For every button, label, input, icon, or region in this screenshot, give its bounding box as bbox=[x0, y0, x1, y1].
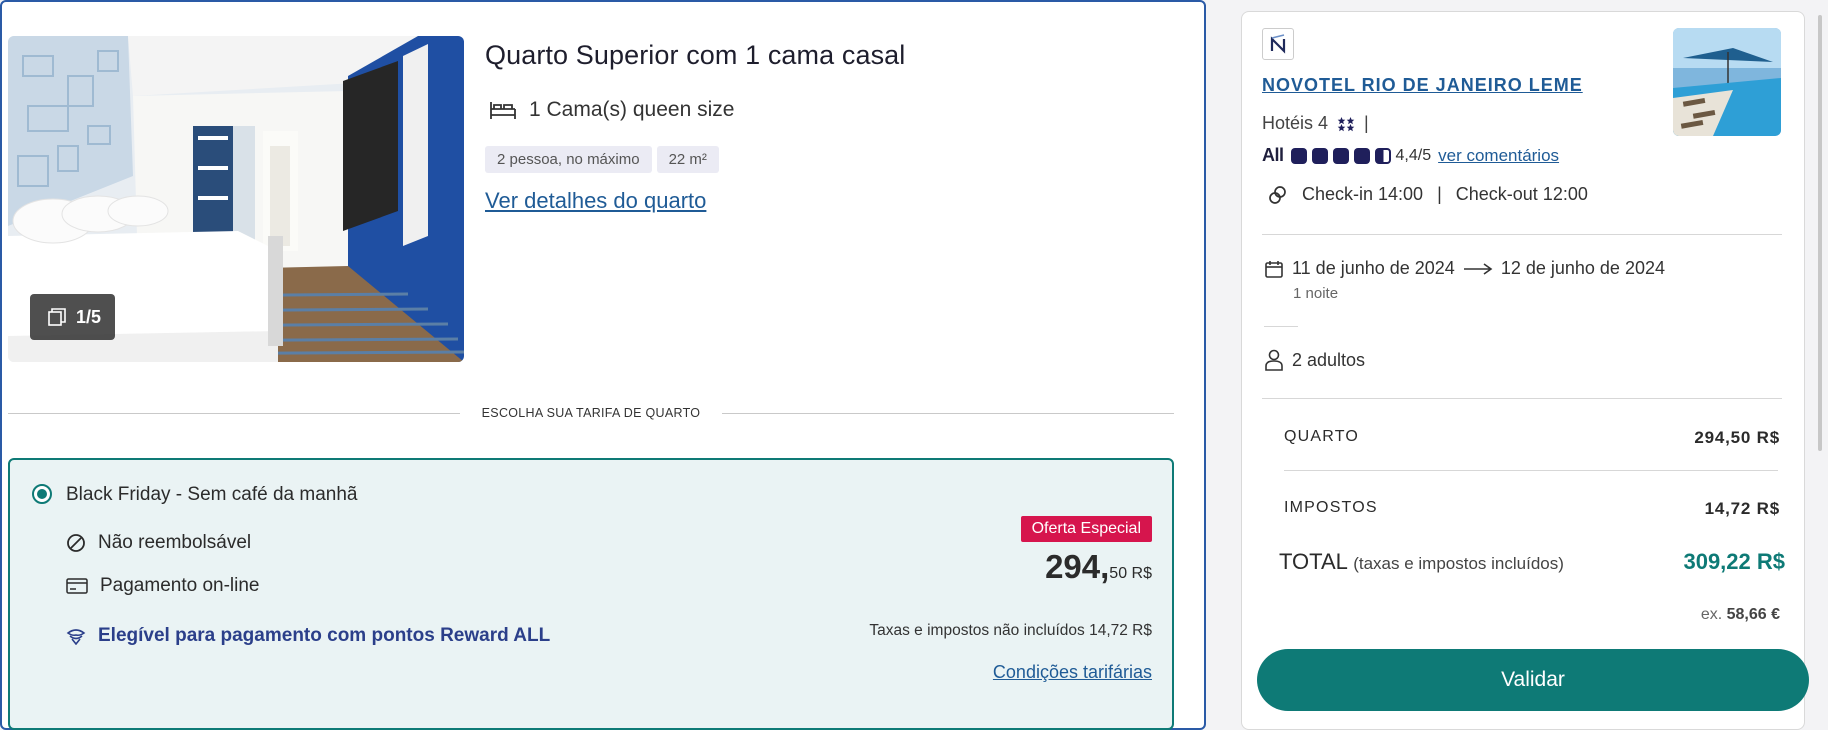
rate-radio[interactable] bbox=[32, 484, 52, 504]
room-chips: 2 pessoa, no máximo 22 m² bbox=[485, 146, 719, 173]
rate-divider: ESCOLHA SUA TARIFA DE QUARTO bbox=[8, 405, 1174, 421]
refund-feature: Não reembolsável bbox=[66, 532, 251, 554]
ex-label: ex. bbox=[1700, 606, 1723, 623]
calendar-icon bbox=[1265, 260, 1283, 278]
novotel-logo bbox=[1262, 28, 1294, 60]
room-details-link[interactable]: Ver detalhes do quarto bbox=[485, 188, 706, 214]
key-icon bbox=[1269, 185, 1286, 204]
taxes-value: 14,72 R$ bbox=[1704, 499, 1780, 518]
rate-price: 294, 50 R$ bbox=[1045, 548, 1152, 586]
refund-label: Não reembolsável bbox=[98, 532, 252, 553]
hotel-thumbnail[interactable] bbox=[1673, 28, 1781, 136]
special-offer-badge: Oferta Especial bbox=[1020, 516, 1152, 542]
no-refund-icon bbox=[67, 534, 85, 552]
guests-label: 2 adultos bbox=[1292, 349, 1366, 370]
price-decimal: 50 R$ bbox=[1109, 565, 1152, 582]
ex-value: 58,66 € bbox=[1726, 606, 1780, 623]
short-divider bbox=[1264, 326, 1298, 327]
total-sublabel: (taxas e impostos incluídos) bbox=[1353, 554, 1564, 573]
payment-label: Pagamento on-line bbox=[100, 575, 260, 596]
hotel-category-separator: | bbox=[1364, 113, 1369, 133]
room-title: Quarto Superior com 1 cama casal bbox=[485, 40, 906, 70]
room-cost-label: QUARTO bbox=[1284, 428, 1360, 445]
rate-option-card[interactable]: Black Friday - Sem café da manhã Não ree… bbox=[8, 458, 1174, 730]
room-cost-row: QUARTO 294,50 R$ bbox=[1284, 428, 1780, 448]
bed-icon bbox=[490, 102, 516, 119]
booking-summary: NOVOTEL RIO DE JANEIRO LEME Hotéis 4 | A… bbox=[1241, 11, 1809, 730]
rating-dot-half bbox=[1374, 147, 1391, 164]
rate-divider-label: ESCOLHA SUA TARIFA DE QUARTO bbox=[481, 406, 701, 420]
reviews-link[interactable]: ver comentários bbox=[1438, 146, 1559, 166]
rate-conditions-link[interactable]: Condições tarifárias bbox=[993, 662, 1152, 683]
novotel-logo-icon bbox=[1270, 34, 1286, 54]
hotel-name-link[interactable]: NOVOTEL RIO DE JANEIRO LEME bbox=[1262, 75, 1583, 96]
validate-button[interactable]: Validar bbox=[1257, 649, 1809, 711]
page: 1/5 Quarto Superior com 1 cama casal 1 C… bbox=[0, 0, 1828, 730]
taxes-label: IMPOSTOS bbox=[1284, 499, 1378, 516]
divider-line-left bbox=[8, 412, 460, 414]
rating-dot bbox=[1332, 147, 1349, 164]
stars-icon bbox=[1337, 116, 1355, 131]
rating-score: 4,4/5 bbox=[1395, 146, 1432, 164]
rate-name: Black Friday - Sem café da manhã bbox=[66, 484, 358, 505]
rating-row: All 4,4/5 ver comentários bbox=[1262, 145, 1559, 166]
divider bbox=[1284, 470, 1778, 471]
rating-dot bbox=[1311, 147, 1328, 164]
rating-dot bbox=[1353, 147, 1370, 164]
nights-count: 1 noite bbox=[1293, 285, 1339, 302]
price-integer: 294, bbox=[1045, 548, 1110, 585]
max-persons-chip: 2 pessoa, no máximo bbox=[485, 146, 652, 173]
taxes-note: Taxas e impostos não incluídos 14,72 R$ bbox=[869, 622, 1152, 639]
payment-feature: Pagamento on-line bbox=[66, 575, 260, 597]
total-row: TOTAL (taxas e impostos incluídos) 309,2… bbox=[1279, 549, 1785, 575]
person-icon bbox=[1265, 349, 1283, 371]
hotel-category-label: Hotéis 4 bbox=[1262, 113, 1329, 133]
checkin-time: Check-in 14:00 bbox=[1302, 184, 1424, 204]
date-from: 11 de junho de 2024 bbox=[1292, 258, 1455, 278]
stay-dates: 11 de junho de 2024 12 de junho de 2024 bbox=[1264, 258, 1665, 279]
checkin-row: Check-in 14:00 | Check-out 12:00 bbox=[1268, 184, 1588, 205]
divider bbox=[1262, 234, 1782, 235]
hotel-thumbnail-image bbox=[1673, 28, 1781, 136]
divider bbox=[1262, 398, 1782, 399]
room-cost-value: 294,50 R$ bbox=[1694, 428, 1780, 447]
bed-label: 1 Cama(s) queen size bbox=[529, 98, 735, 121]
arrow-right-icon bbox=[1463, 262, 1493, 275]
credit-card-icon bbox=[66, 578, 88, 594]
gallery-icon bbox=[48, 308, 66, 326]
date-to: 12 de junho de 2024 bbox=[1500, 258, 1665, 278]
room-size-chip: 22 m² bbox=[656, 146, 719, 173]
reward-label: Elegível para pagamento com pontos Rewar… bbox=[98, 625, 551, 646]
all-logo: All bbox=[1262, 145, 1284, 165]
checkout-time: Check-out 12:00 bbox=[1455, 184, 1588, 204]
currency-conversion: ex. 58,66 € bbox=[1701, 606, 1780, 624]
guests-info: 2 adultos bbox=[1264, 349, 1365, 371]
hotel-category: Hotéis 4 | bbox=[1262, 113, 1369, 134]
total-label-wrap: TOTAL (taxas e impostos incluídos) bbox=[1279, 549, 1564, 575]
room-photo[interactable]: 1/5 bbox=[8, 36, 464, 362]
rating-dot bbox=[1290, 147, 1307, 164]
checkin-separator: | bbox=[1437, 184, 1442, 204]
total-value: 309,22 R$ bbox=[1683, 549, 1785, 574]
photo-counter-button[interactable]: 1/5 bbox=[30, 294, 116, 340]
taxes-row: IMPOSTOS 14,72 R$ bbox=[1284, 499, 1780, 519]
total-label: TOTAL bbox=[1279, 549, 1348, 574]
photo-counter-label: 1/5 bbox=[76, 306, 102, 327]
scrollbar[interactable] bbox=[1818, 15, 1822, 451]
bed-info: 1 Cama(s) queen size bbox=[489, 98, 734, 122]
room-card: 1/5 Quarto Superior com 1 cama casal 1 C… bbox=[0, 0, 1206, 730]
divider-line-right bbox=[722, 412, 1174, 414]
reward-icon bbox=[66, 629, 86, 645]
reward-feature: Elegível para pagamento com pontos Rewar… bbox=[66, 625, 550, 647]
